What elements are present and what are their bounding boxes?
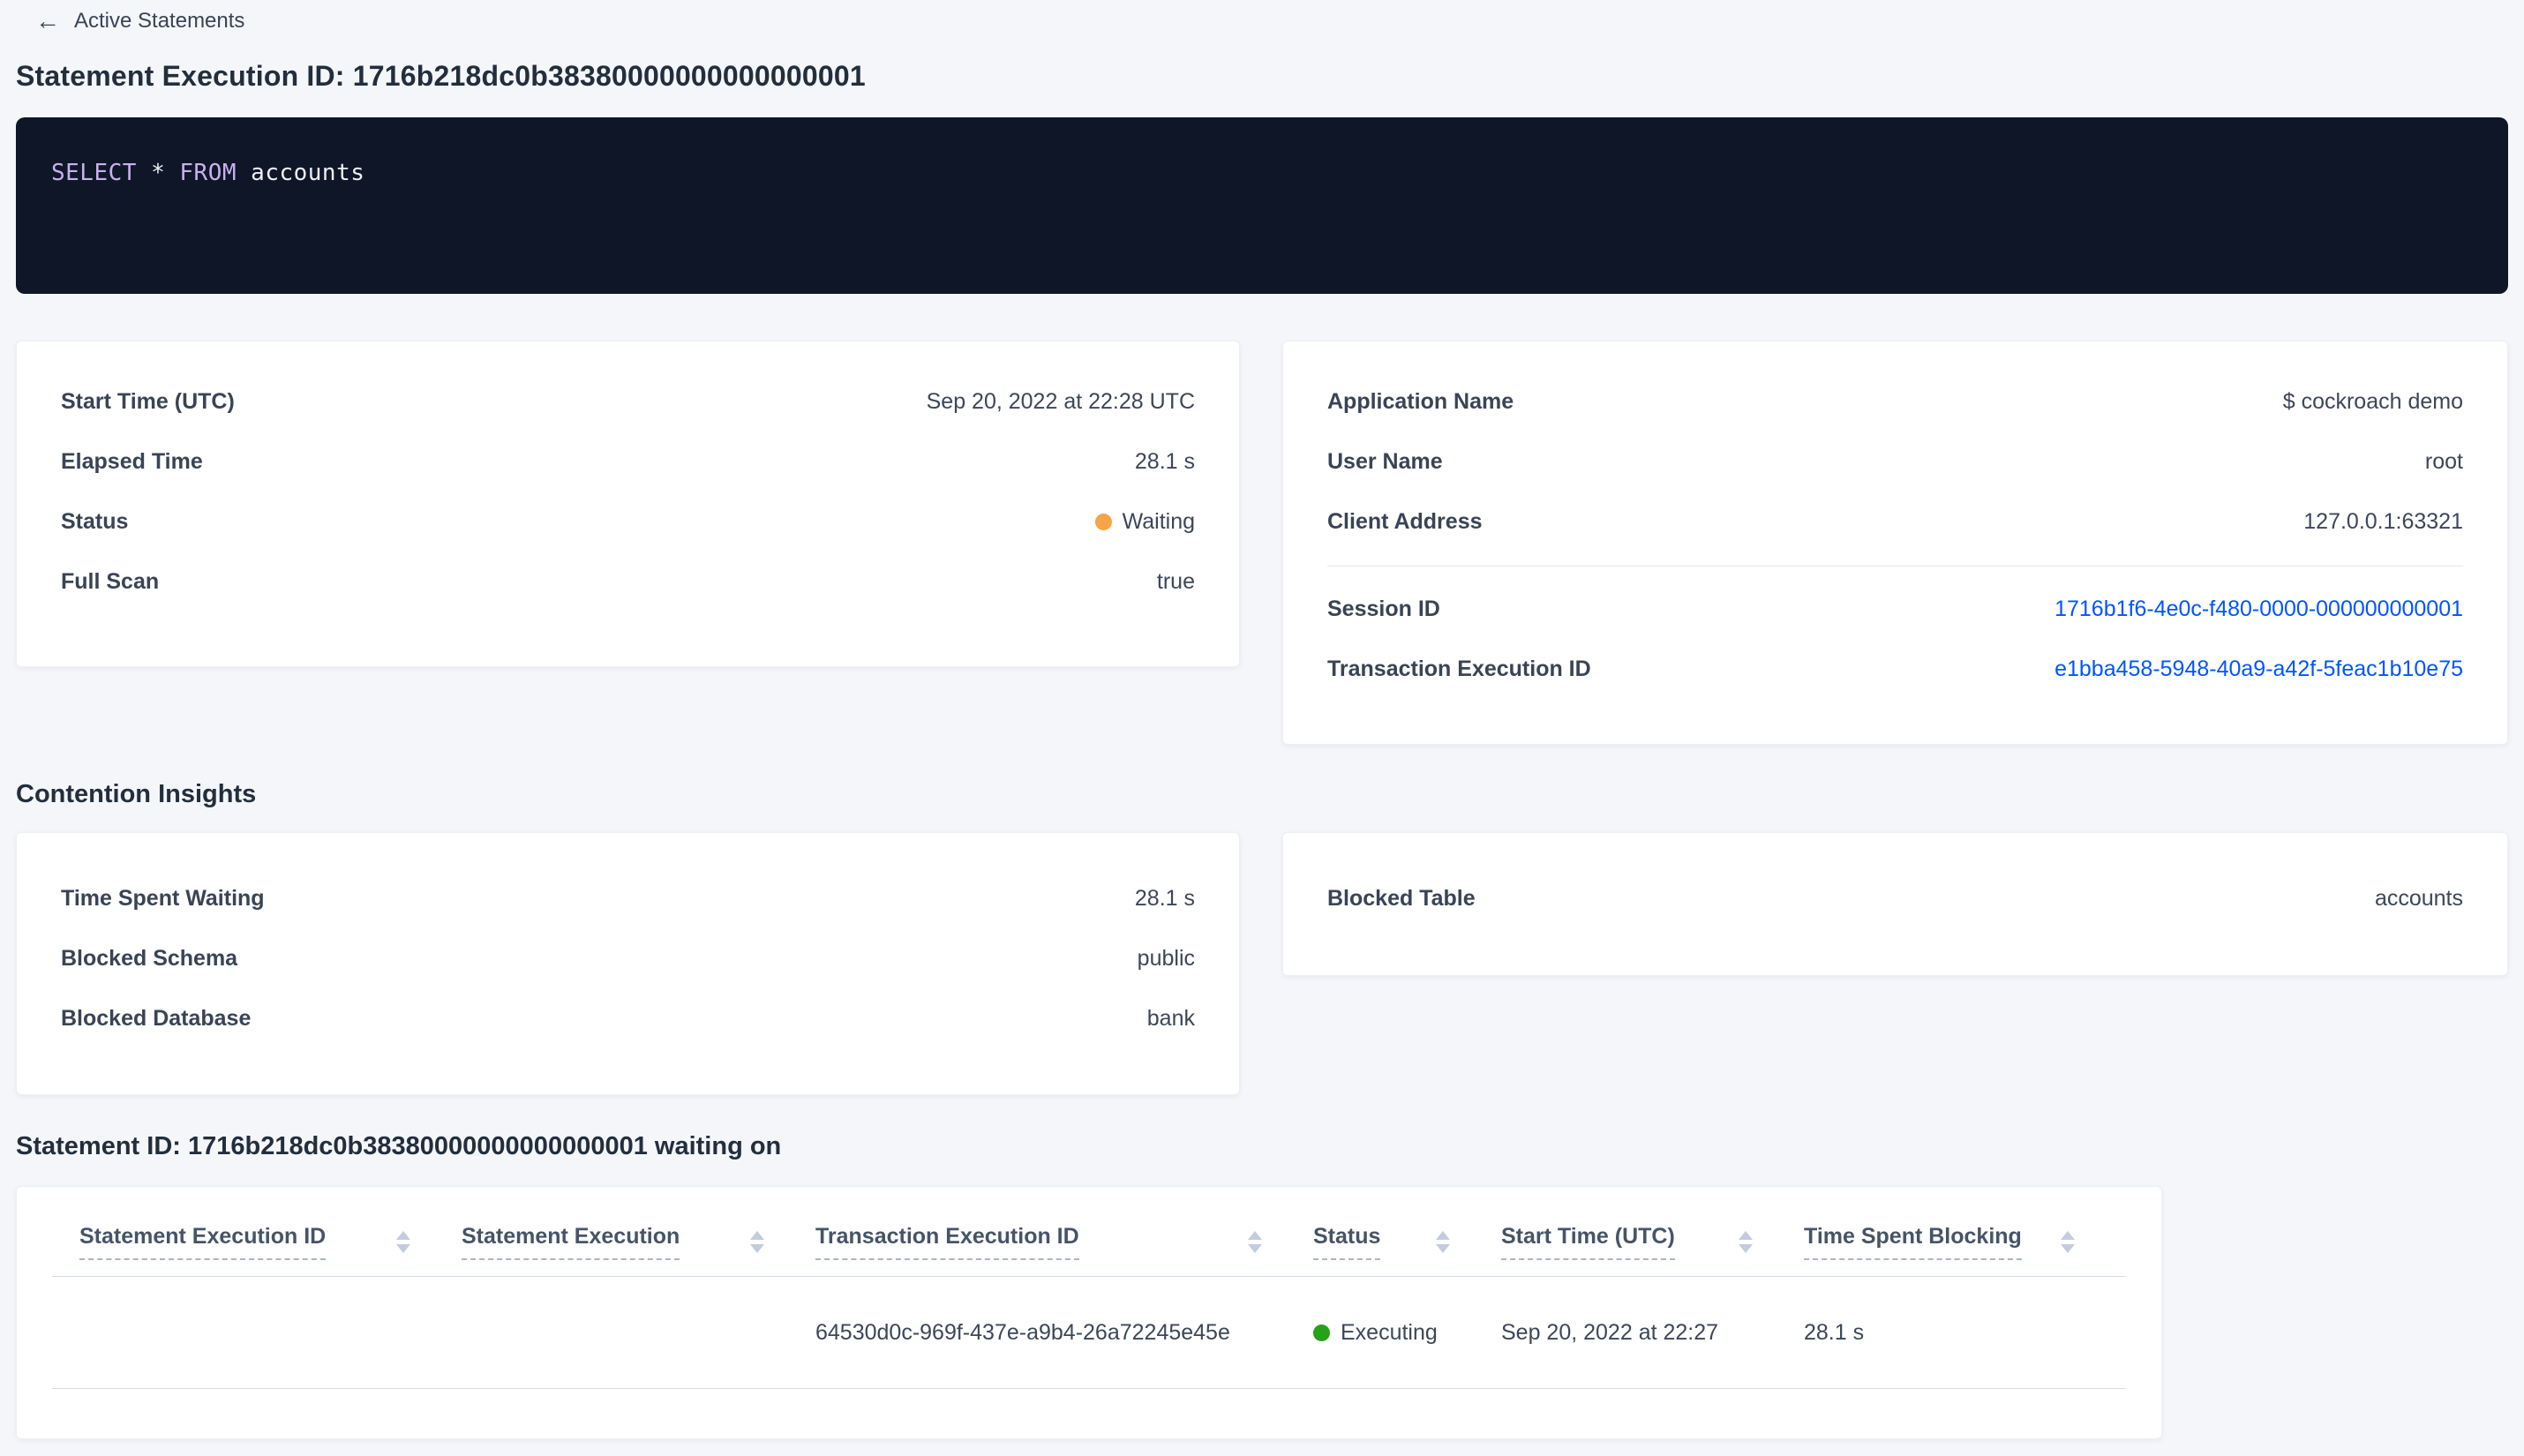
metric-row-time-spent-waiting: Time Spent Waiting 28.1 s: [61, 868, 1195, 928]
back-link-label: Active Statements: [74, 9, 245, 33]
metric-value: 28.1 s: [1134, 448, 1195, 474]
arrow-left-icon: ←: [35, 7, 60, 34]
metric-row-full-scan: Full Scan true: [61, 552, 1195, 612]
sql-text: *: [136, 160, 180, 186]
column-header-status[interactable]: Status: [1313, 1224, 1501, 1260]
metric-row-client-address: Client Address 127.0.0.1:63321: [1327, 492, 2463, 552]
sort-arrows-icon[interactable]: [396, 1231, 410, 1253]
cell-transaction-execution-id: 64530d0c-969f-437e-a9b4-26a72245e45e: [815, 1319, 1230, 1345]
column-header-label: Statement Execution: [462, 1224, 680, 1260]
session-id-link[interactable]: 1716b1f6-4e0c-f480-0000-000000000001: [2055, 597, 2463, 622]
metric-label: Client Address: [1327, 508, 1483, 534]
contention-left-card: Time Spent Waiting 28.1 s Blocked Schema…: [16, 832, 1240, 1095]
contention-insights-heading: Contention Insights: [16, 780, 257, 808]
column-header-label: Start Time (UTC): [1501, 1224, 1675, 1260]
metric-label: Blocked Table: [1327, 885, 1476, 911]
overview-cards-row: Start Time (UTC) Sep 20, 2022 at 22:28 U…: [16, 341, 2508, 745]
cell-time-spent-blocking: 28.1 s: [1804, 1319, 1865, 1345]
metric-row-user-name: User Name root: [1327, 432, 2463, 492]
statement-overview-card: Start Time (UTC) Sep 20, 2022 at 22:28 U…: [16, 341, 1240, 667]
cell-status: Executing: [1313, 1320, 1501, 1346]
metric-label: Status: [61, 508, 129, 534]
metric-value: bank: [1146, 1005, 1195, 1031]
metric-value: 127.0.0.1:63321: [2303, 508, 2463, 534]
sort-arrows-icon[interactable]: [2061, 1231, 2075, 1253]
status-value: Waiting: [1094, 508, 1195, 535]
status-text: Executing: [1341, 1319, 1438, 1345]
contention-right-card: Blocked Table accounts: [1282, 832, 2508, 976]
metric-value: public: [1137, 945, 1195, 971]
metric-row-blocked-table: Blocked Table accounts: [1327, 868, 2463, 928]
metric-value: 28.1 s: [1134, 885, 1195, 911]
column-header-time-spent-blocking[interactable]: Time Spent Blocking: [1804, 1224, 2126, 1260]
sort-arrows-icon[interactable]: [1436, 1231, 1450, 1253]
metric-row-session-id: Session ID 1716b1f6-4e0c-f480-0000-00000…: [1327, 579, 2463, 639]
status-executing-dot-icon: [1313, 1324, 1330, 1341]
metric-label: Start Time (UTC): [61, 388, 235, 414]
metric-row-start-time: Start Time (UTC) Sep 20, 2022 at 22:28 U…: [61, 372, 1195, 432]
sql-text: accounts: [237, 160, 365, 186]
back-link-active-statements[interactable]: ← Active Statements: [35, 9, 244, 34]
cell-start-time: Sep 20, 2022 at 22:27: [1501, 1319, 1719, 1345]
metric-label: Application Name: [1327, 388, 1514, 414]
contention-cards-row: Time Spent Waiting 28.1 s Blocked Schema…: [16, 832, 2508, 1095]
column-header-label: Status: [1313, 1224, 1381, 1260]
column-header-statement-execution[interactable]: Statement Execution: [462, 1224, 815, 1260]
sql-keyword: SELECT: [51, 160, 137, 186]
transaction-execution-id-link[interactable]: e1bba458-5948-40a9-a42f-5feac1b10e75: [2055, 657, 2463, 682]
metric-label: Full Scan: [61, 568, 160, 594]
session-details-card: Application Name $ cockroach demo User N…: [1282, 341, 2508, 745]
metric-value: true: [1156, 568, 1195, 594]
metric-value: Sep 20, 2022 at 22:28 UTC: [926, 388, 1195, 414]
metric-label: Session ID: [1327, 596, 1440, 621]
metric-value: root: [2424, 448, 2463, 474]
metric-row-blocked-schema: Blocked Schema public: [61, 928, 1195, 988]
sort-arrows-icon[interactable]: [1248, 1231, 1262, 1253]
metric-row-application-name: Application Name $ cockroach demo: [1327, 372, 2463, 432]
sql-keyword: FROM: [179, 160, 237, 186]
page-title: Statement Execution ID: 1716b218dc0b3838…: [16, 60, 866, 92]
metric-value: $ cockroach demo: [2282, 388, 2463, 414]
column-header-transaction-execution-id[interactable]: Transaction Execution ID: [815, 1224, 1313, 1260]
column-header-label: Time Spent Blocking: [1804, 1224, 2022, 1260]
page: ← Active Statements Statement Execution …: [0, 0, 2524, 1439]
waiting-on-table-card: Statement Execution ID Statement Executi…: [16, 1186, 2162, 1439]
metric-row-elapsed-time: Elapsed Time 28.1 s: [61, 432, 1195, 492]
metric-row-transaction-execution-id: Transaction Execution ID e1bba458-5948-4…: [1327, 639, 2463, 699]
card-divider: [1327, 566, 2463, 567]
status-text: Waiting: [1122, 508, 1195, 534]
waiting-on-heading: Statement ID: 1716b218dc0b38380000000000…: [16, 1132, 782, 1160]
metric-value: accounts: [2374, 885, 2463, 911]
table-row: 64530d0c-969f-437e-a9b4-26a72245e45e Exe…: [52, 1277, 2126, 1389]
sort-arrows-icon[interactable]: [1739, 1231, 1753, 1253]
metric-row-status: Status Waiting: [61, 492, 1195, 552]
sql-statement-box: SELECT * FROM accounts: [16, 117, 2508, 294]
metric-label: Blocked Database: [61, 1005, 252, 1031]
metric-label: Time Spent Waiting: [61, 885, 265, 911]
waiting-on-table-header-row: Statement Execution ID Statement Executi…: [52, 1187, 2126, 1277]
column-header-start-time[interactable]: Start Time (UTC): [1501, 1224, 1804, 1260]
column-header-label: Statement Execution ID: [79, 1224, 327, 1260]
sort-arrows-icon[interactable]: [750, 1231, 764, 1253]
metric-label: Transaction Execution ID: [1327, 656, 1591, 681]
metric-label: Blocked Schema: [61, 945, 238, 971]
metric-label: Elapsed Time: [61, 448, 203, 474]
status-waiting-dot-icon: [1094, 513, 1112, 530]
metric-label: User Name: [1327, 448, 1443, 474]
column-header-label: Transaction Execution ID: [815, 1224, 1079, 1260]
column-header-statement-execution-id[interactable]: Statement Execution ID: [79, 1224, 462, 1260]
sql-statement: SELECT * FROM accounts: [51, 160, 2473, 186]
metric-row-blocked-database: Blocked Database bank: [61, 988, 1195, 1048]
